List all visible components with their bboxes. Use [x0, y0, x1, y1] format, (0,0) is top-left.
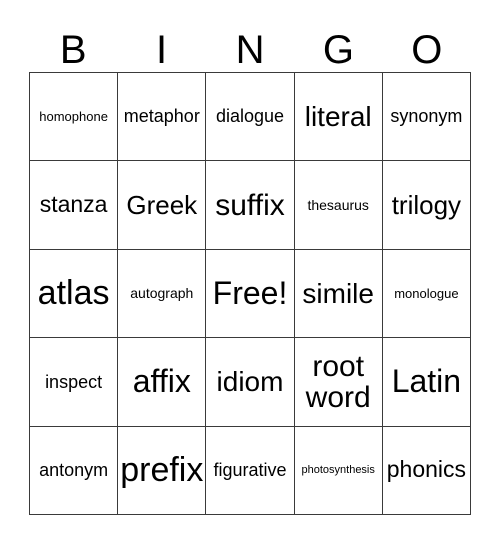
bingo-free-label: Free! [212, 274, 288, 311]
bingo-cell-label: synonym [390, 106, 463, 127]
bingo-cell-label: metaphor [123, 106, 200, 127]
bingo-cell[interactable]: thesaurus [294, 161, 383, 250]
bingo-cell[interactable]: Greek [118, 161, 207, 250]
bingo-cell[interactable]: literal [294, 73, 383, 162]
bingo-cell[interactable]: figurative [206, 426, 295, 515]
bingo-cell-label: dialogue [215, 106, 285, 127]
bingo-cell-label: stanza [39, 191, 108, 218]
bingo-cell[interactable]: atlas [30, 249, 119, 339]
bingo-cell[interactable]: inspect [30, 338, 119, 427]
bingo-cell-label: root word [305, 349, 371, 414]
bingo-header-row: B I N G O [29, 22, 471, 72]
bingo-cell[interactable]: autograph [118, 249, 207, 339]
bingo-cell-label: thesaurus [307, 196, 369, 213]
bingo-cell-label: inspect [45, 371, 103, 392]
bingo-cell-label: trilogy [391, 189, 462, 220]
bingo-grid: homophone metaphor dialogue literal syno… [29, 72, 471, 515]
bingo-cell-label: monologue [394, 285, 459, 301]
bingo-cell[interactable]: photosynthesis [294, 426, 383, 515]
header-letter-o: O [383, 22, 471, 72]
bingo-cell-label: prefix [120, 450, 204, 489]
bingo-cell[interactable]: suffix [206, 161, 295, 250]
bingo-cell-label: literal [304, 101, 372, 133]
bingo-cell[interactable]: phonics [382, 426, 471, 515]
bingo-cell[interactable]: idiom [206, 338, 295, 427]
bingo-cell[interactable]: metaphor [118, 73, 207, 162]
bingo-cell[interactable]: synonym [382, 73, 471, 162]
bingo-cell-label: affix [132, 363, 191, 400]
header-letter-o-text: O [411, 28, 443, 72]
bingo-cell-label: suffix [215, 188, 285, 222]
bingo-cell[interactable]: antonym [30, 426, 119, 515]
bingo-cell[interactable]: affix [118, 338, 207, 427]
header-letter-g-text: G [322, 28, 354, 72]
bingo-cell[interactable]: stanza [30, 161, 119, 250]
bingo-cell[interactable]: trilogy [382, 161, 471, 250]
bingo-cell-label: Latin [391, 363, 462, 400]
bingo-cell[interactable]: Latin [382, 338, 471, 427]
bingo-cell-label: photosynthesis [301, 463, 375, 476]
header-letter-b-text: B [59, 28, 87, 72]
header-letter-i-text: I [156, 28, 168, 72]
bingo-cell[interactable]: root word [294, 338, 383, 427]
bingo-cell-label: figurative [213, 459, 287, 480]
header-letter-g: G [294, 22, 382, 72]
bingo-cell-label: idiom [216, 366, 284, 398]
bingo-cell-label: Greek [126, 189, 198, 220]
bingo-cell-label: antonym [39, 459, 109, 480]
bingo-cell-free[interactable]: Free! [206, 249, 295, 339]
header-letter-b: B [29, 22, 117, 72]
header-letter-n: N [206, 22, 294, 72]
bingo-cell-label: autograph [130, 285, 194, 302]
bingo-card: B I N G O homophone metaphor dialogue li… [0, 0, 500, 544]
bingo-cell-label: homophone [39, 108, 108, 124]
header-letter-i: I [117, 22, 205, 72]
bingo-cell[interactable]: monologue [382, 249, 471, 339]
header-letter-n-text: N [235, 28, 265, 72]
bingo-cell[interactable]: simile [294, 249, 383, 339]
bingo-cell[interactable]: dialogue [206, 73, 295, 162]
bingo-cell[interactable]: prefix [118, 426, 207, 515]
bingo-cell-label: simile [302, 277, 374, 309]
bingo-cell-label: atlas [37, 273, 110, 312]
bingo-cell[interactable]: homophone [30, 73, 119, 162]
bingo-cell-label: phonics [386, 456, 467, 483]
